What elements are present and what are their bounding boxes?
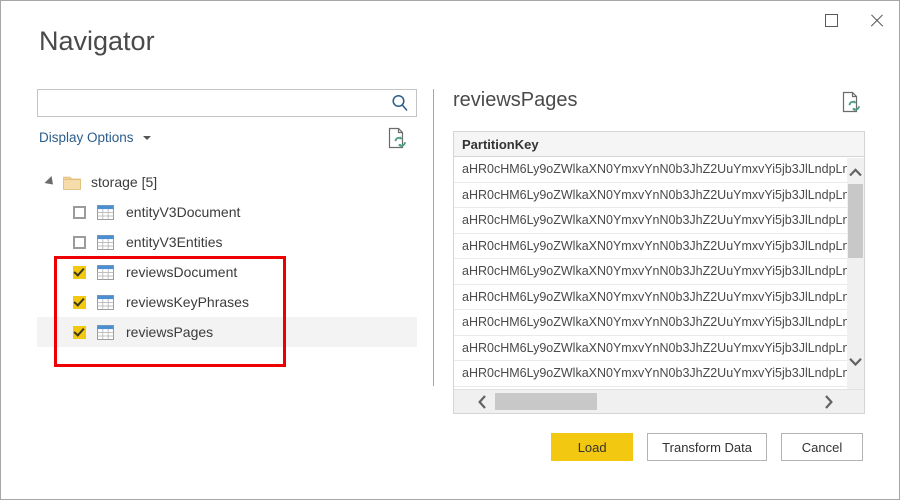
display-options-button[interactable]: Display Options [39,130,152,145]
table-row[interactable]: aHR0cHM6Ly9oZWlkaXN0YmxvYnN0b3JhZ2UuYmxv… [454,157,864,183]
tree-node-storage[interactable]: storage [5] [37,167,417,197]
table-row[interactable]: aHR0cHM6Ly9oZWlkaXN0YmxvYnN0b3JhZ2UuYmxv… [454,310,864,336]
table-row[interactable]: aHR0cHM6Ly9oZWlkaXN0YmxvYnN0b3JhZ2UuYmxv… [454,259,864,285]
tree-item-reviewsKeyPhrases[interactable]: reviewsKeyPhrases [37,287,417,317]
table-row[interactable]: aHR0cHM6Ly9oZWlkaXN0YmxvYnN0b3JhZ2UuYmxv… [454,234,864,259]
restore-icon [825,13,838,27]
tree-item-label: entityV3Document [126,204,241,220]
preview-grid: PartitionKey aHR0cHM6Ly9oZWlkaXN0YmxvYnN… [453,131,865,414]
tree-item-label: reviewsDocument [126,264,238,280]
tree-item-label: reviewsPages [126,324,214,340]
load-button[interactable]: Load [551,433,634,461]
table-row[interactable]: aHR0cHM6Ly9oZWlkaXN0YmxvYnN0b3JhZ2UuYmxv… [454,361,864,387]
transform-data-button[interactable]: Transform Data [647,433,767,461]
column-header-partitionkey[interactable]: PartitionKey [462,137,539,152]
checkbox-reviewsDocument[interactable] [73,265,86,279]
chevron-down-icon [849,358,862,366]
chevron-left-icon [477,395,486,409]
chevron-up-icon [849,168,862,177]
tree-item-entityV3Entities[interactable]: entityV3Entities [37,227,417,257]
table-icon [97,324,114,340]
chevron-right-icon [824,395,833,409]
tree-item-entityV3Document[interactable]: entityV3Document [37,197,417,227]
dialog-footer: Load Transform Data Cancel [551,433,863,461]
table-row[interactable]: aHR0cHM6Ly9oZWlkaXN0YmxvYnN0b3JhZ2UuYmxv… [454,183,864,208]
checkbox-entityV3Entities[interactable] [73,235,86,249]
close-icon [869,13,884,28]
table-row[interactable]: aHR0cHM6Ly9oZWlkaXN0YmxvYnN0b3JhZ2UuYmxv… [454,208,864,234]
search-input[interactable] [38,90,386,116]
display-options-label: Display Options [39,130,134,145]
table-row[interactable]: aHR0cHM6Ly9oZWlkaXN0YmxvYnN0b3JhZ2UuYmxv… [454,336,864,361]
checkbox-entityV3Document[interactable] [73,205,86,219]
table-icon [97,294,114,310]
checkbox-reviewsPages[interactable] [73,325,86,339]
table-icon [97,204,114,220]
restore-button[interactable] [809,1,854,39]
tree-item-reviewsPages[interactable]: reviewsPages [37,317,417,347]
grid-body: aHR0cHM6Ly9oZWlkaXN0YmxvYnN0b3JhZ2UuYmxv… [454,157,864,389]
tree-item-label: entityV3Entities [126,234,223,250]
scroll-left-button[interactable] [472,392,492,412]
navigator-dialog: Navigator Display Options storage [5] en… [0,0,900,500]
scroll-down-button[interactable] [847,353,864,370]
close-button[interactable] [854,1,899,39]
vertical-scrollbar[interactable] [847,158,864,390]
preview-title: reviewsPages [453,89,578,111]
tree-node-storage-label: storage [5] [91,174,158,190]
chevron-down-icon [143,136,152,141]
horizontal-scrollbar[interactable] [454,389,864,413]
tree-item-label: reviewsKeyPhrases [126,294,249,310]
refresh-document-icon[interactable] [841,91,861,113]
tree-item-reviewsDocument[interactable]: reviewsDocument [37,257,417,287]
cancel-button[interactable]: Cancel [781,433,863,461]
scroll-up-button[interactable] [847,164,864,181]
scroll-right-button[interactable] [818,392,838,412]
folder-icon [63,176,81,190]
table-icon [97,264,114,280]
grid-header: PartitionKey [454,132,864,157]
left-pane: Display Options storage [5] entityV3Docu… [37,89,417,389]
search-icon[interactable] [390,93,410,113]
expander-expanded-icon[interactable] [44,175,57,189]
search-box[interactable] [37,89,417,117]
display-options-row: Display Options [37,127,417,151]
page-title: Navigator [39,26,155,56]
pane-divider [433,89,434,386]
table-icon [97,234,114,250]
preview-pane: reviewsPages PartitionKey aHR0cHM6Ly9oZW… [453,89,865,414]
window-controls [809,1,899,39]
navigator-tree: storage [5] entityV3Document entityV3Ent… [37,167,417,347]
horizontal-scroll-thumb[interactable] [495,393,597,410]
vertical-scroll-thumb[interactable] [848,184,863,258]
checkbox-reviewsKeyPhrases[interactable] [73,295,86,309]
table-row[interactable]: aHR0cHM6Ly9oZWlkaXN0YmxvYnN0b3JhZ2UuYmxv… [454,285,864,310]
refresh-document-icon[interactable] [387,127,407,149]
